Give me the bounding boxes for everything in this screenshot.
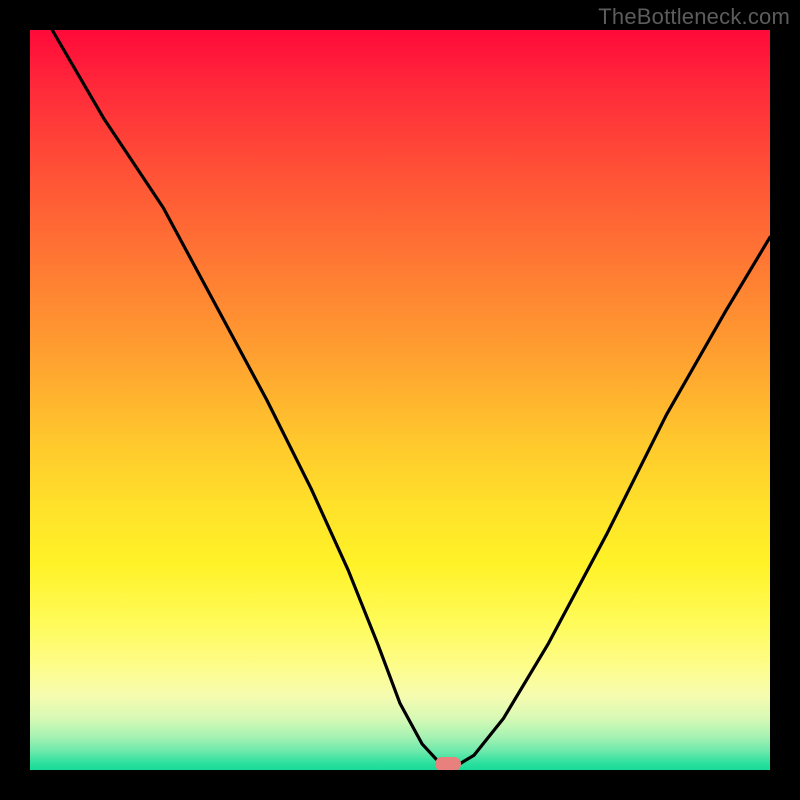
optimal-point-marker [435, 757, 461, 770]
plot-area [30, 30, 770, 770]
curve-path [52, 30, 770, 764]
bottleneck-curve [30, 30, 770, 770]
watermark-text: TheBottleneck.com [598, 4, 790, 30]
chart-frame: TheBottleneck.com [0, 0, 800, 800]
